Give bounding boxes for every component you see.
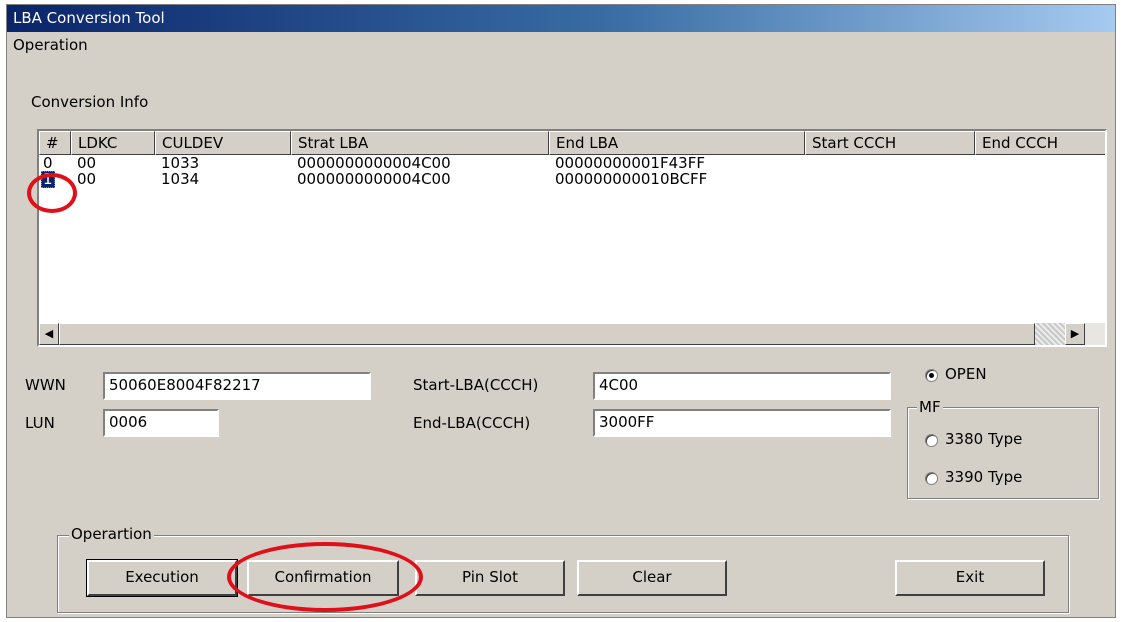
type-3380-radio-icon[interactable] — [925, 434, 938, 447]
exit-button[interactable]: Exit — [895, 560, 1045, 596]
execution-button[interactable]: Execution — [86, 559, 238, 597]
mf-group-title: MF — [917, 398, 943, 416]
scroll-thumb[interactable] — [59, 323, 1035, 345]
row-start-lba: 0000000000004C00 — [297, 170, 451, 188]
column-header-ldkc[interactable]: LDKC — [71, 131, 155, 155]
scroll-right-arrow-icon[interactable]: ▶ — [1065, 323, 1085, 345]
row-start-lba: 0000000000004C00 — [297, 154, 451, 172]
end-lba-label: End-LBA(CCCH) — [413, 414, 531, 432]
row-num: 1 — [41, 170, 55, 188]
column-header-start-ccch[interactable]: Start CCCH — [805, 131, 975, 155]
conversion-info-label: Conversion Info — [31, 93, 149, 111]
clear-button[interactable]: Clear — [577, 560, 727, 596]
column-header-num[interactable]: # — [39, 131, 71, 155]
scroll-track[interactable] — [1035, 323, 1065, 345]
menu-bar: Operation — [7, 32, 1115, 58]
column-header-start-lba[interactable]: Strat LBA — [291, 131, 549, 155]
column-header-end-lba[interactable]: End LBA — [549, 131, 805, 155]
row-end-lba: 00000000001F43FF — [555, 154, 705, 172]
start-lba-label: Start-LBA(CCCH) — [413, 376, 539, 394]
type-3390-radio-icon[interactable] — [925, 472, 938, 485]
pin-slot-button[interactable]: Pin Slot — [415, 560, 565, 596]
start-lba-field[interactable]: 4C00 — [593, 372, 891, 400]
row-end-lba: 000000000010BCFF — [555, 170, 708, 188]
row-num: 0 — [43, 154, 53, 172]
row-culdev: 1034 — [161, 170, 200, 188]
lun-label: LUN — [25, 414, 55, 432]
open-radio-icon[interactable] — [925, 369, 938, 382]
conversion-info-list[interactable]: # LDKC CULDEV Strat LBA End LBA Start CC… — [37, 129, 1107, 347]
operation-group-title: Operartion — [69, 525, 154, 543]
type-3390-label: 3390 Type — [945, 468, 1023, 486]
row-culdev: 1033 — [161, 154, 200, 172]
scroll-left-arrow-icon[interactable]: ◀ — [39, 323, 59, 345]
row-ldkc: 00 — [77, 154, 97, 172]
wwn-label: WWN — [25, 376, 66, 394]
column-header-culdev[interactable]: CULDEV — [155, 131, 291, 155]
column-header-end-ccch[interactable]: End CCCH — [975, 131, 1105, 155]
wwn-field[interactable]: 50060E8004F82217 — [103, 372, 371, 400]
horizontal-scrollbar[interactable]: ◀ ▶ — [39, 323, 1105, 345]
app-window: LBA Conversion Tool Operation Conversion… — [6, 4, 1116, 618]
open-label: OPEN — [945, 365, 987, 383]
menu-operation[interactable]: Operation — [13, 36, 88, 54]
title-bar: LBA Conversion Tool — [7, 5, 1115, 32]
confirmation-button[interactable]: Confirmation — [247, 560, 399, 596]
type-3380-label: 3380 Type — [945, 430, 1023, 448]
lun-field[interactable]: 0006 — [103, 409, 219, 437]
row-ldkc: 00 — [77, 170, 97, 188]
end-lba-field[interactable]: 3000FF — [593, 409, 891, 437]
